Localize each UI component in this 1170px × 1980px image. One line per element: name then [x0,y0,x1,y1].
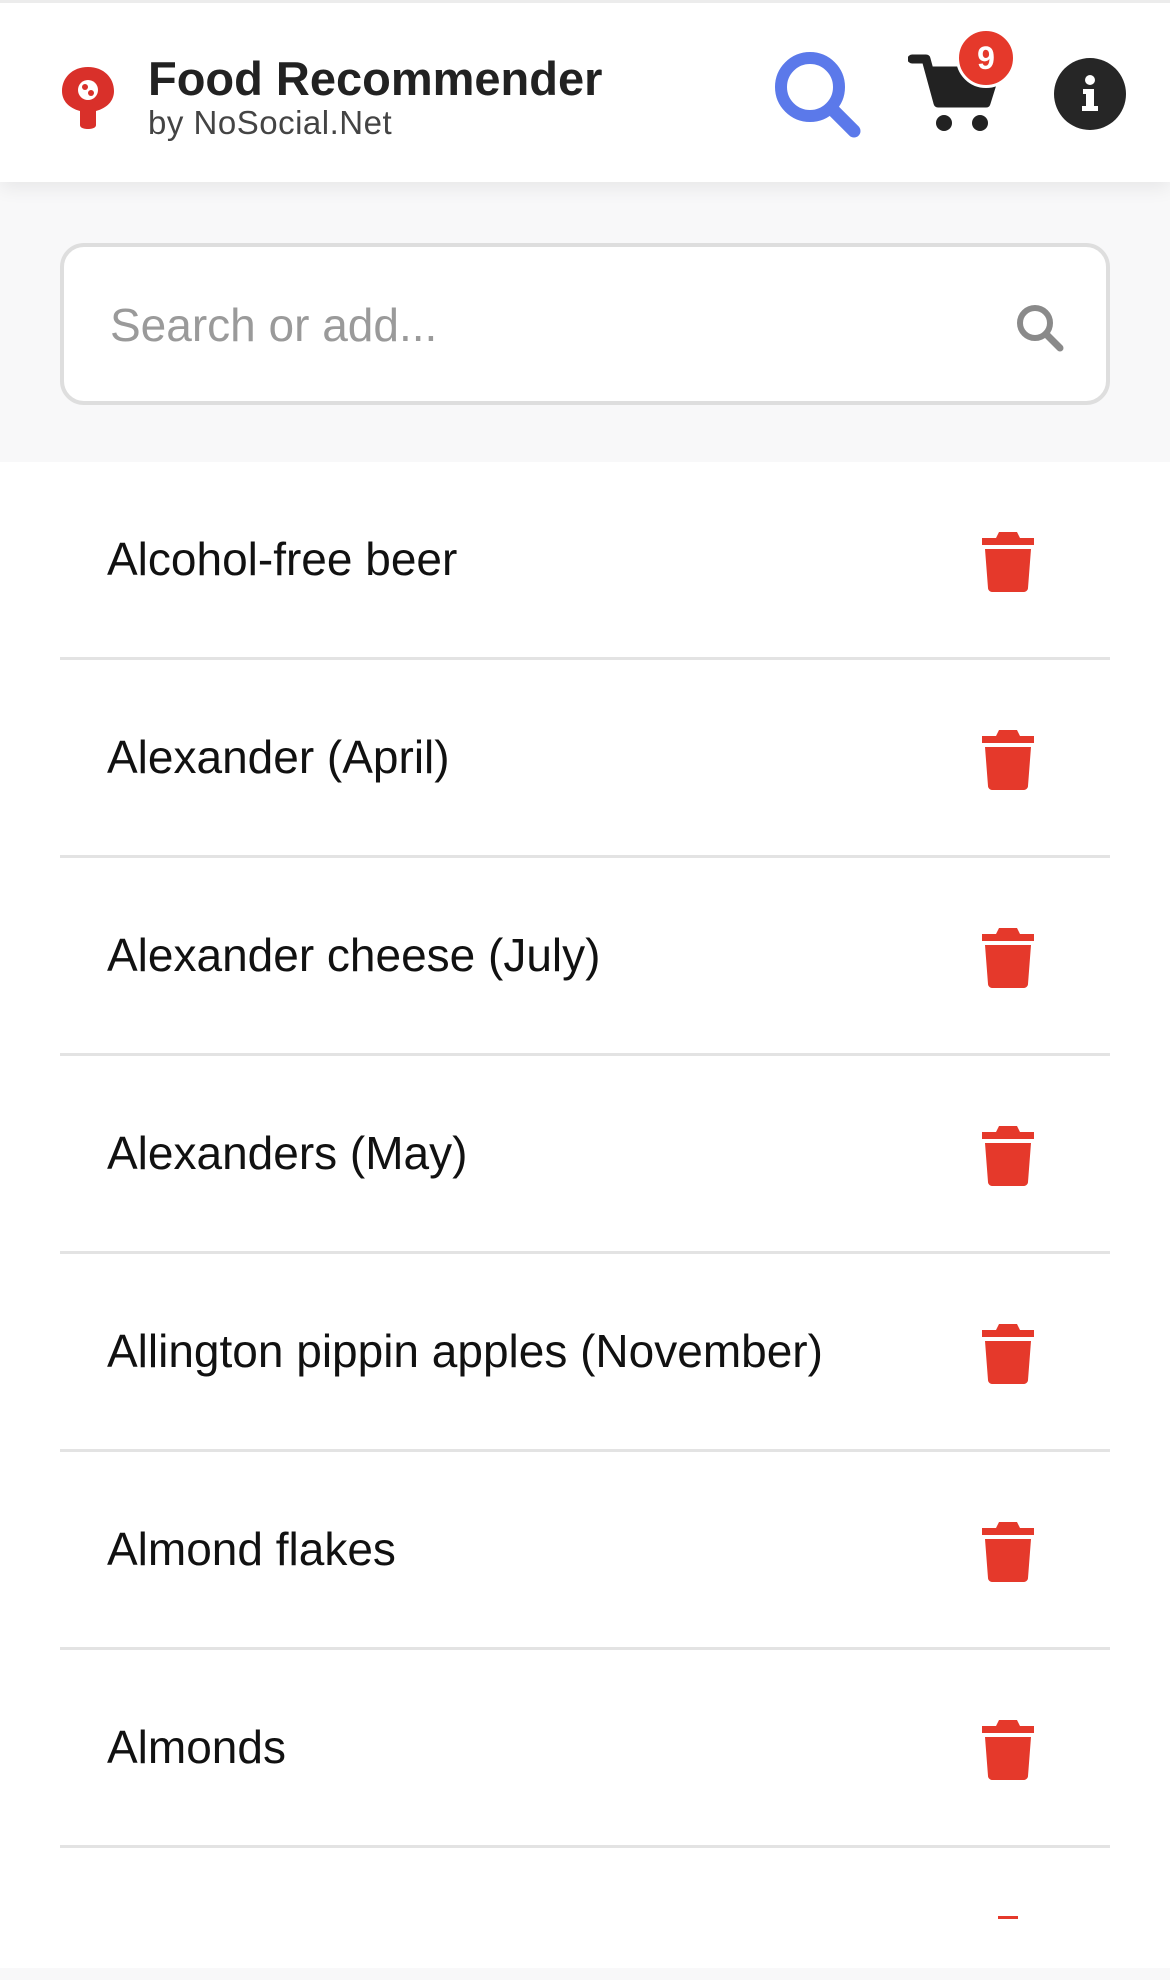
list-item[interactable]: Alexanders (May) [0,1056,1170,1254]
item-label: Almonds [107,1721,286,1773]
item-label: Alexander cheese (July) [107,929,601,981]
search-icon[interactable] [766,45,866,145]
trash-icon[interactable] [998,1916,1018,1919]
app-subtitle: by NoSocial.Net [148,104,393,141]
trash-icon[interactable] [980,1718,1036,1780]
list-item[interactable]: Alexander cheese (July) [0,858,1170,1056]
item-label: Almond flakes [107,1523,396,1575]
list-item[interactable]: Almond flakes [0,1452,1170,1650]
item-label: Alexanders (May) [107,1127,468,1179]
list-item[interactable]: Alcohol-free beer [0,462,1170,660]
trash-icon[interactable] [980,1322,1036,1384]
trash-icon[interactable] [980,530,1036,592]
list-item-partial[interactable] [0,1848,1170,1968]
food-list: Alcohol-free beer Alexander (April) Alex… [0,462,1170,1968]
trash-icon[interactable] [980,1520,1036,1582]
item-label: Alexander (April) [107,731,450,783]
info-button[interactable] [1054,58,1126,130]
item-label: Allington pippin apples (November) [107,1325,823,1377]
map-pin-logo-icon [62,67,114,129]
trash-icon[interactable] [980,1124,1036,1186]
app-page: Food Recommender by NoSocial.Net 9 Searc… [0,0,1170,1980]
list-item[interactable]: Almonds [0,1650,1170,1848]
search-icon[interactable] [1014,302,1066,354]
app-header: Food Recommender by NoSocial.Net 9 [0,0,1170,182]
app-title: Food Recommender [148,52,603,105]
item-label: Alcohol-free beer [107,533,458,585]
cart-count-badge: 9 [956,28,1016,88]
list-item[interactable]: Alexander (April) [0,660,1170,858]
info-icon [1082,75,1098,111]
list-item[interactable]: Allington pippin apples (November) [0,1254,1170,1452]
trash-icon[interactable] [980,728,1036,790]
search-input[interactable] [110,277,960,373]
trash-icon[interactable] [980,926,1036,988]
search-bar [60,243,1110,405]
